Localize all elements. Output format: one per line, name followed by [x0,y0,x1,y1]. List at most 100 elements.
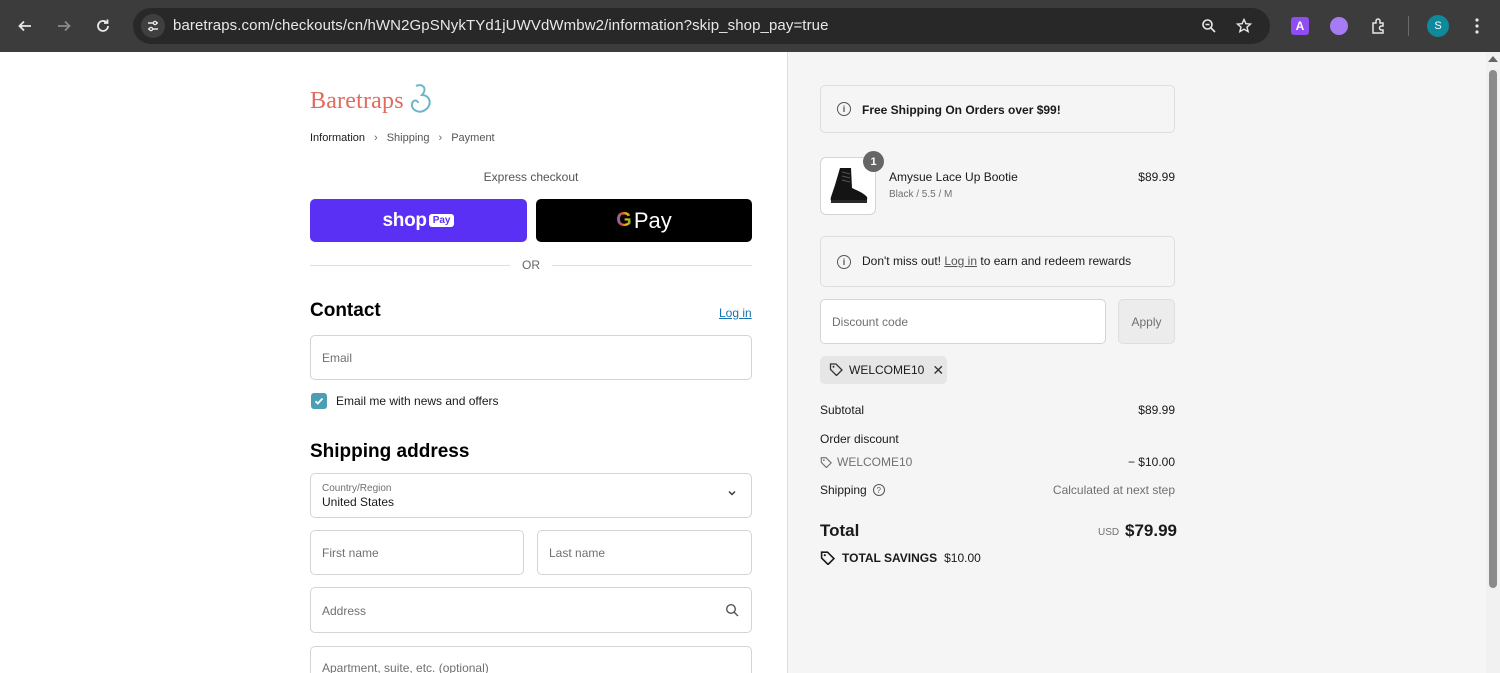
savings-label: TOTAL SAVINGS [842,550,938,565]
remove-discount-icon[interactable]: ✕ [932,362,944,379]
subtotal-label: Subtotal [820,403,865,417]
chevron-right-icon: › [374,132,378,144]
rewards-suffix: to earn and redeem rewards [980,254,1132,268]
boot-image [830,168,868,203]
country-select[interactable]: Country/Region United States [310,473,752,518]
breadcrumb-payment: Payment [451,132,495,144]
free-shipping-text: Free Shipping On Orders over $99! [862,103,1061,117]
discount-code-row: WELCOME10 − $10.00 [820,455,1175,471]
google-pay-button[interactable]: G Pay [536,199,752,242]
reload-icon[interactable] [89,12,117,40]
address-bar[interactable]: baretraps.com/checkouts/cn/hWN2GpSNykTYd… [133,8,1270,44]
apartment-placeholder: Apartment, suite, etc. (optional) [322,661,489,673]
total-label: Total [820,521,860,540]
google-pay-label: Pay [633,207,672,233]
country-label: Country/Region [322,483,392,494]
product-name: Amysue Lace Up Bootie [889,170,1018,184]
brand-logo[interactable]: Baretraps [310,83,436,120]
browser-menu-icon[interactable] [1465,14,1489,38]
discount-code-field[interactable]: Discount code [820,299,1106,344]
quantity-badge: 1 [863,151,884,172]
applied-discount-chip: WELCOME10 ✕ [820,356,947,384]
product-price: $89.99 [1138,170,1175,184]
express-checkout-label: Express checkout [483,170,579,184]
discount-value: − $10.00 [1127,455,1175,469]
savings-tag-icon [820,551,835,565]
contact-title: Contact [310,300,381,321]
discount-code-name: WELCOME10 [837,455,913,469]
or-divider-label: OR [522,258,540,272]
email-placeholder: Email [322,351,353,365]
tag-icon [820,457,832,468]
apply-discount-button[interactable]: Apply [1118,299,1175,344]
rewards-notice: i Don't miss out! Log in to earn and red… [820,236,1175,287]
email-field[interactable]: Email [310,335,752,380]
free-shipping-notice: i Free Shipping On Orders over $99! [820,85,1175,133]
country-value: United States [322,495,395,509]
total-savings: TOTAL SAVINGS $10.00 [820,550,981,565]
product-variant: Black / 5.5 / M [889,189,953,200]
chevron-down-icon [727,487,737,501]
extensions-puzzle-icon[interactable] [1367,14,1391,38]
applied-discount-code: WELCOME10 [849,363,925,377]
search-icon [725,603,739,622]
logo-text: Baretraps [310,87,404,114]
order-discount-label: Order discount [820,432,899,446]
bookmark-star-icon[interactable] [1232,14,1256,38]
discount-placeholder: Discount code [832,315,909,329]
profile-initial: S [1434,20,1442,32]
checkmark-icon [314,397,324,405]
first-name-placeholder: First name [322,546,379,560]
first-name-field[interactable]: First name [310,530,524,575]
back-icon[interactable] [11,12,39,40]
or-divider-right [552,265,752,266]
google-g-icon: G [616,209,632,231]
shipping-label: Shipping [820,483,867,497]
breadcrumb: Information › Shipping › Payment [310,132,495,144]
login-link[interactable]: Log in [719,306,752,320]
shipping-label-wrap: Shipping ? [820,483,885,497]
scroll-up-arrow[interactable] [1488,56,1498,62]
newsletter-checkbox[interactable] [311,393,327,409]
subtotal-value: $89.99 [1138,403,1175,417]
extension-circle-icon[interactable] [1327,14,1351,38]
extension-a-icon[interactable]: A [1288,14,1312,38]
last-name-placeholder: Last name [549,546,606,560]
newsletter-label: Email me with news and offers [336,394,499,408]
breadcrumb-information: Information [310,132,366,144]
info-icon: i [837,255,851,269]
zoom-icon[interactable] [1197,14,1221,38]
browser-toolbar: baretraps.com/checkouts/cn/hWN2GpSNykTYd… [0,0,1500,52]
forward-icon[interactable] [50,12,78,40]
info-icon: i [837,102,851,116]
subtotal-row: Subtotal $89.99 [820,403,1175,417]
shop-pay-badge: Pay [428,214,455,227]
url-text: baretraps.com/checkouts/cn/hWN2GpSNykTYd… [173,17,829,34]
rewards-text: Don't miss out! Log in to earn and redee… [862,254,1131,268]
shipping-row: Shipping ? Calculated at next step [820,483,1175,497]
discount-code-info: WELCOME10 [820,455,912,469]
last-name-field[interactable]: Last name [537,530,752,575]
extension-a-label: A [1291,17,1309,35]
chevron-right-icon: › [438,132,443,144]
address-placeholder: Address [322,604,367,618]
profile-avatar[interactable]: S [1427,15,1449,37]
toolbar-divider [1408,16,1409,36]
shop-pay-button[interactable]: shop Pay [310,199,527,242]
help-circle-icon[interactable]: ? [872,484,885,496]
breadcrumb-shipping: Shipping [386,132,430,144]
order-discount-row: Order discount [820,432,1175,446]
logo-mark-icon [408,83,436,120]
savings-value: $10.00 [944,550,981,565]
rewards-login-link[interactable]: Log in [944,254,977,268]
address-field[interactable]: Address [310,587,752,633]
checkout-page: Baretraps Information › Shipping › Payme… [0,52,1500,673]
total-value: $79.99 [1125,521,1177,540]
rewards-prefix: Don't miss out! [862,254,941,268]
site-settings-icon[interactable] [141,14,165,38]
apartment-field[interactable]: Apartment, suite, etc. (optional) [310,646,752,673]
shop-pay-wordmark: shop [382,209,427,231]
scrollbar-thumb[interactable] [1489,70,1497,588]
shipping-address-title: Shipping address [310,441,470,462]
tag-icon [829,362,843,379]
